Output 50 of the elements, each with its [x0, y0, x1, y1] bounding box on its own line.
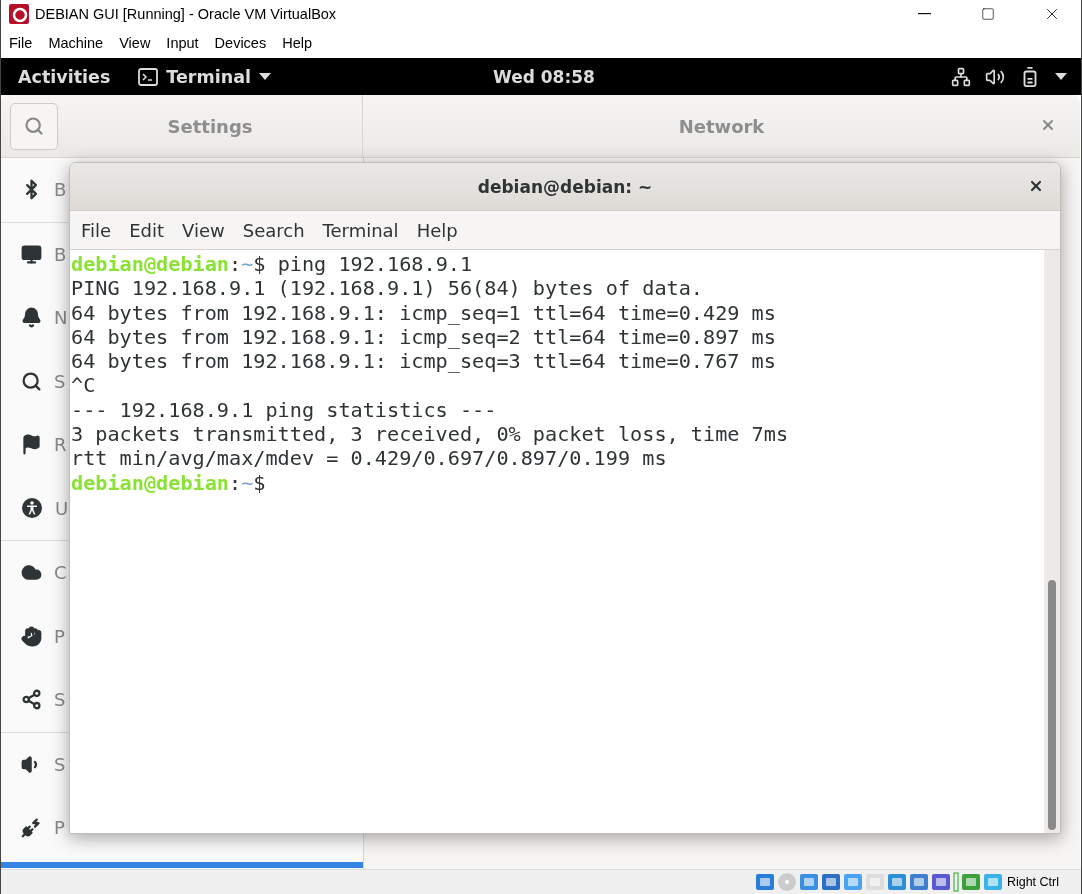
scrollbar[interactable]	[1044, 250, 1060, 833]
search-button[interactable]	[10, 102, 58, 150]
flag-icon	[21, 434, 42, 456]
sidebar-item[interactable]: U	[1, 476, 68, 540]
volume-icon[interactable]	[985, 66, 1005, 87]
caret-icon	[258, 73, 271, 80]
clock[interactable]: Wed 08:58	[493, 66, 595, 87]
caret-icon[interactable]	[1055, 73, 1067, 80]
prompt-line: debian@debian:~$ ping 192.168.9.1	[71, 252, 474, 277]
activities-button[interactable]: Activities	[18, 66, 111, 87]
menu-item[interactable]: File	[9, 35, 33, 51]
minus-icon	[917, 13, 931, 15]
bell-icon	[21, 307, 42, 329]
output-line: ^C	[71, 373, 97, 398]
menu-item[interactable]: Help	[282, 35, 312, 51]
output-line: 64 bytes from 192.168.9.1: icmp_seq=1 ttl=64 time=0.429 ms	[71, 300, 777, 325]
panel-title: Network	[678, 115, 765, 137]
output-line: rtt min/avg/max/mdev = 0.429/0.697/0.897/0.199 ms	[71, 446, 668, 471]
menu-item[interactable]: Terminal	[321, 219, 400, 241]
menu-item[interactable]: Edit	[128, 219, 165, 241]
menu-item[interactable]: View	[181, 219, 226, 241]
menu-item[interactable]: Help	[415, 219, 459, 241]
app-logo-icon	[9, 4, 29, 24]
menu-item[interactable]: Devices	[214, 35, 267, 51]
plug-icon	[21, 817, 42, 839]
search-icon	[24, 116, 44, 136]
settings-title: Settings	[167, 115, 253, 137]
output-line: --- 192.168.9.1 ping statistics ---	[71, 397, 498, 423]
output-line: 64 bytes from 192.168.9.1: icmp_seq=2 ttl=64 time=0.897 ms	[71, 324, 777, 350]
app-menu[interactable]: Terminal	[138, 66, 271, 87]
menu-item[interactable]: File	[80, 219, 113, 241]
host-key-label: Right Ctrl	[1006, 875, 1059, 889]
search-icon	[21, 370, 42, 392]
prompt-line: debian@debian:~$	[71, 470, 267, 495]
window-title: DEBIAN GUI [Running] - Oracle VM VirtualBox	[35, 6, 338, 22]
output-line: 3 packets transmitted, 3 received, 0% packet loss, time 7ms	[71, 422, 790, 447]
square-icon	[981, 7, 995, 21]
monitor-icon	[21, 243, 42, 265]
menu-item[interactable]: Machine	[48, 35, 104, 51]
menu-item[interactable]: View	[119, 35, 151, 51]
terminal-title: debian@debian: ~	[477, 176, 653, 197]
menu-item[interactable]: Search	[241, 219, 306, 241]
menu-item[interactable]: Input	[166, 35, 199, 51]
share-icon	[21, 689, 42, 711]
output-line: PING 192.168.9.1 (192.168.9.1) 56(84) bytes of data.	[71, 276, 704, 301]
person-circle-icon	[21, 497, 43, 520]
terminal-icon	[138, 67, 159, 86]
hand-icon	[21, 625, 42, 647]
close-icon[interactable]	[1028, 178, 1044, 194]
output-line: 64 bytes from 192.168.9.1: icmp_seq=3 ttl=64 time=0.767 ms	[71, 349, 777, 374]
